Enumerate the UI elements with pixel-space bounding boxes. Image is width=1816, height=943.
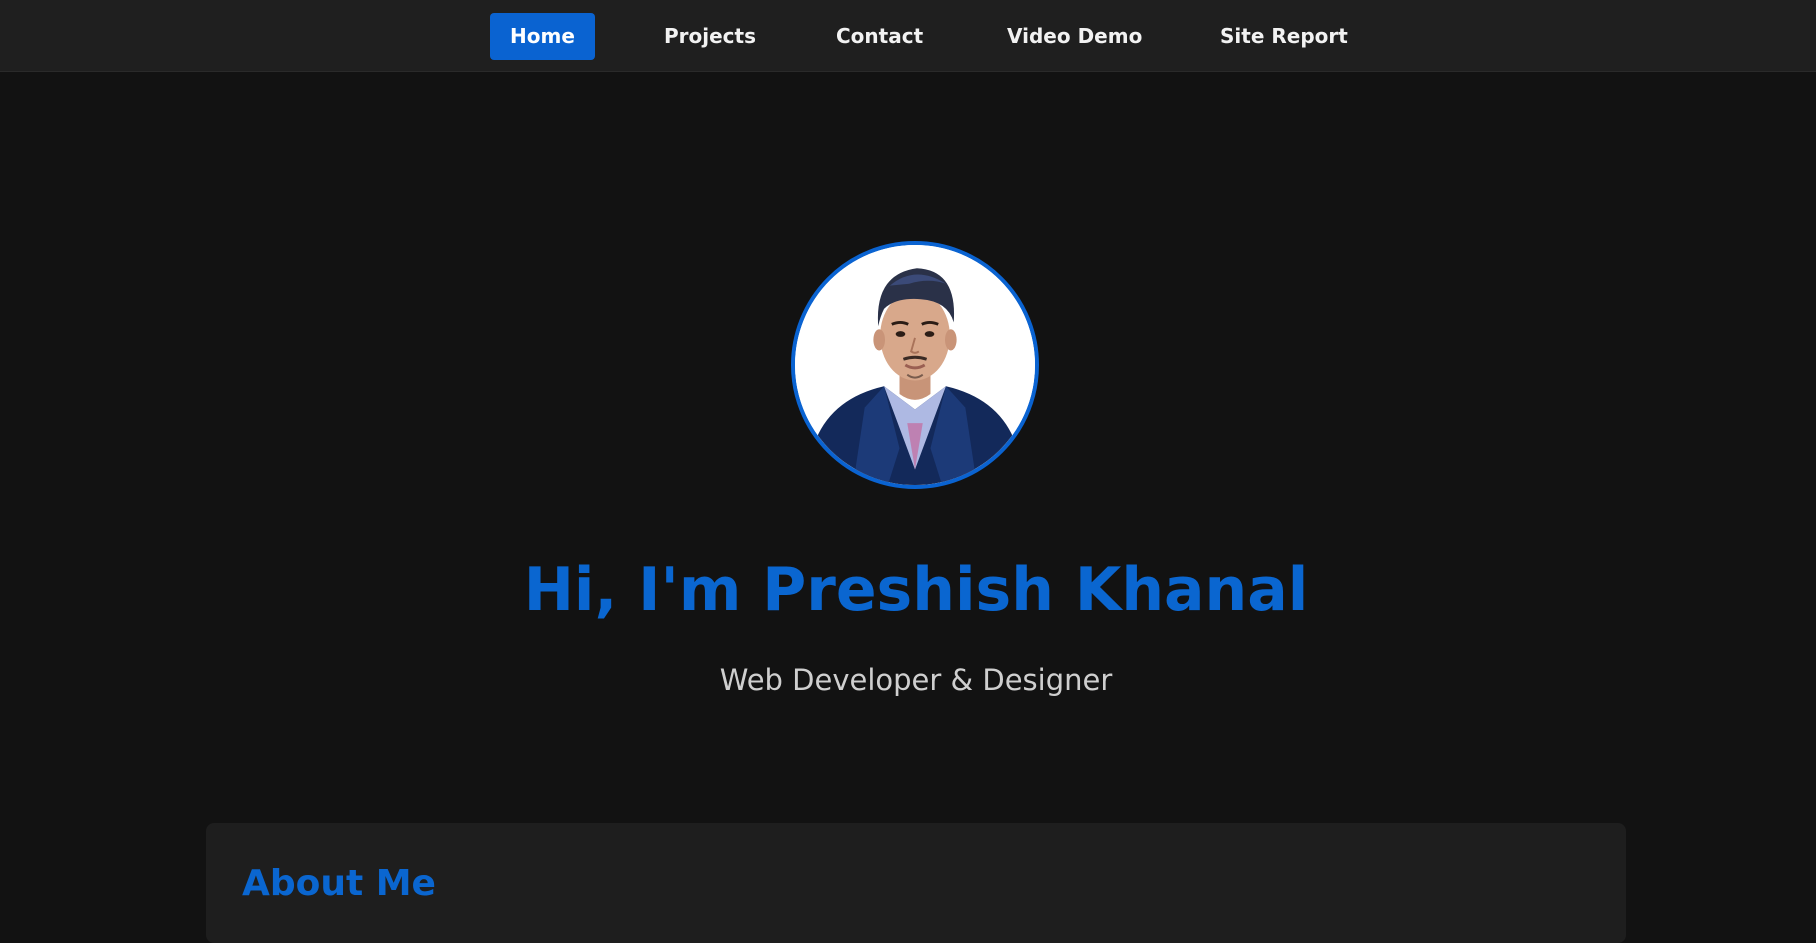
nav-site-report[interactable]: Site Report [1200, 13, 1368, 60]
about-heading: About Me [242, 863, 436, 904]
top-navbar: Home Projects Contact Video Demo Site Re… [0, 0, 1816, 72]
nav-home[interactable]: Home [490, 13, 595, 60]
nav-contact[interactable]: Contact [816, 13, 943, 60]
nav-video-demo[interactable]: Video Demo [987, 13, 1162, 60]
about-section: About Me [206, 823, 1626, 943]
nav-projects[interactable]: Projects [644, 13, 776, 60]
hero-title: Hi, I'm Preshish Khanal [523, 555, 1309, 625]
hero-subtitle: Web Developer & Designer [719, 663, 1113, 697]
profile-photo-illustration [795, 245, 1035, 485]
profile-photo [791, 241, 1039, 489]
